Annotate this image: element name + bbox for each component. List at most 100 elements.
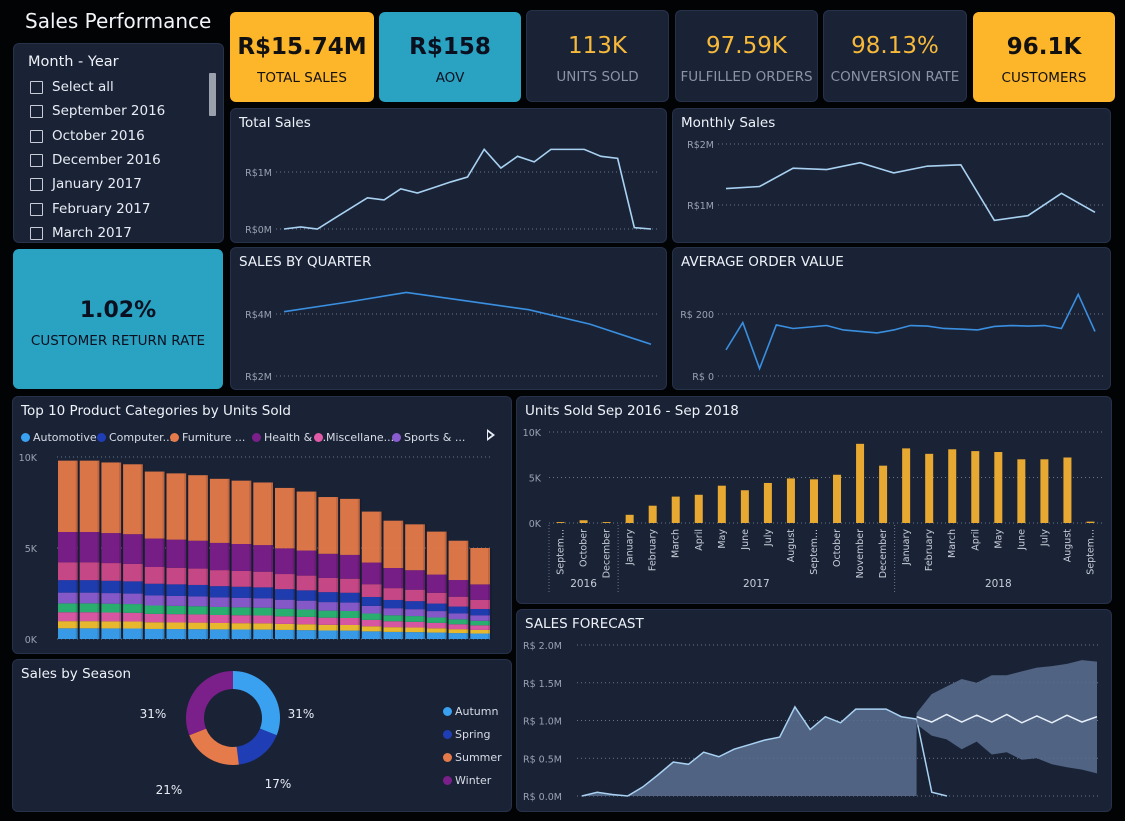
x-tick-label: February	[648, 529, 659, 571]
kpi-return-rate: 1.02% CUSTOMER RETURN RATE	[13, 249, 223, 389]
legend-item[interactable]: Autumn	[443, 705, 498, 718]
slicer-option[interactable]: December 2016	[30, 152, 161, 168]
legend-marker	[443, 707, 452, 716]
legend-item[interactable]: Winter	[443, 774, 491, 787]
stacked-segment	[253, 607, 273, 616]
stacked-segment	[144, 595, 165, 606]
kpi-value: R$15.74M	[237, 34, 367, 60]
ribbon-gap	[249, 480, 254, 639]
y-tick-label: R$2M	[245, 372, 272, 383]
stacked-segment	[275, 599, 295, 609]
stacked-segment	[383, 599, 404, 609]
slicer-option[interactable]: February 2017	[30, 201, 150, 217]
stacked-segment	[101, 603, 122, 613]
stacked-segment	[231, 597, 252, 608]
stacked-segment	[448, 624, 469, 630]
stacked-segment	[123, 593, 143, 605]
checkbox[interactable]	[30, 129, 43, 143]
y-tick-label: 10K	[523, 428, 542, 439]
stacked-segment	[253, 623, 273, 630]
legend-item[interactable]: Spring	[443, 728, 491, 741]
stacked-segment	[448, 580, 469, 597]
month-year-slicer[interactable]: Month - Year Select all September 2016 O…	[13, 43, 224, 243]
page-title: Sales Performance	[25, 9, 212, 33]
x-tick-label: Septem...	[1085, 529, 1096, 575]
kpi-label: AOV	[435, 70, 465, 86]
stacked-segment	[318, 610, 339, 618]
stacked-segment	[188, 629, 208, 639]
stacked-segment	[101, 563, 122, 581]
sales-by-quarter-panel: SALES BY QUARTER R$2M R$4M	[230, 247, 667, 390]
stacked-segment	[188, 614, 208, 623]
checkbox[interactable]	[30, 80, 43, 94]
stacked-segment	[58, 460, 78, 532]
stacked-segment	[361, 631, 382, 639]
stacked-segment	[296, 630, 317, 639]
stacked-segment	[296, 600, 317, 610]
checkbox[interactable]	[30, 177, 43, 191]
x-tick-label: August	[1062, 529, 1073, 563]
stacked-segment	[405, 621, 425, 628]
checkbox[interactable]	[30, 226, 43, 240]
slicer-option[interactable]: September 2016	[30, 103, 165, 119]
slicer-option[interactable]: March 2017	[30, 225, 132, 241]
stacked-segment	[361, 511, 382, 563]
legend-item[interactable]: Summer	[443, 751, 502, 764]
ribbon-gap	[271, 482, 275, 639]
y-tick-label: 0K	[25, 635, 38, 646]
kpi-customers: 96.1K CUSTOMERS	[973, 12, 1115, 102]
stacked-segment	[123, 628, 143, 639]
slicer-option[interactable]: October 2016	[30, 128, 145, 144]
x-tick-label: December	[602, 529, 613, 578]
stacked-segment	[361, 562, 382, 585]
top10-categories-panel: Top 10 Product Categories by Units Sold …	[12, 396, 512, 654]
stacked-segment	[58, 531, 78, 563]
checkbox[interactable]	[30, 202, 43, 216]
x-tick-label: Septem...	[556, 529, 567, 575]
stacked-segment	[405, 524, 425, 571]
stacked-segment	[79, 580, 100, 593]
y-tick-label: 10K	[19, 453, 38, 464]
ribbon-gap	[227, 478, 232, 639]
stacked-segment	[361, 605, 382, 614]
x-tick-label: December	[878, 529, 889, 578]
checkbox[interactable]	[30, 104, 43, 118]
stacked-segment	[58, 580, 78, 593]
stacked-segment	[188, 540, 208, 569]
bar	[763, 482, 772, 523]
bar	[694, 494, 703, 523]
slicer-option[interactable]: Select all	[30, 79, 114, 95]
stacked-segment	[166, 595, 187, 606]
bar	[856, 443, 865, 523]
stacked-segment	[58, 612, 78, 622]
slicer-scrollbar[interactable]	[209, 73, 216, 116]
legend-marker	[443, 776, 452, 785]
stacked-segment	[318, 617, 339, 625]
kpi-units-sold: 113K UNITS SOLD	[526, 10, 669, 102]
stacked-segment	[340, 617, 360, 625]
stacked-segment	[426, 622, 447, 629]
stacked-segment	[79, 621, 100, 629]
stacked-segment	[58, 562, 78, 581]
y-tick-label: R$ 0.0M	[523, 792, 562, 803]
stacked-segment	[209, 478, 230, 543]
slicer-option[interactable]: January 2017	[30, 176, 142, 192]
kpi-value: 97.59K	[706, 33, 787, 59]
stacked-segment	[318, 553, 339, 578]
stacked-segment	[448, 629, 469, 634]
ribbon-gap	[119, 462, 124, 639]
stacked-segment	[405, 609, 425, 617]
stacked-segment	[448, 606, 469, 614]
stacked-segment	[340, 610, 360, 618]
stacked-segment	[123, 612, 143, 622]
stacked-segment	[405, 627, 425, 633]
legend-marker	[443, 730, 452, 739]
checkbox[interactable]	[30, 153, 43, 167]
bar	[1040, 459, 1049, 523]
pie-slice	[189, 728, 239, 765]
stacked-segment	[58, 603, 78, 613]
legend-label: Winter	[455, 774, 492, 787]
legend-label: Summer	[455, 751, 502, 764]
stacked-segment	[275, 608, 295, 617]
kpi-value: 113K	[568, 33, 627, 59]
